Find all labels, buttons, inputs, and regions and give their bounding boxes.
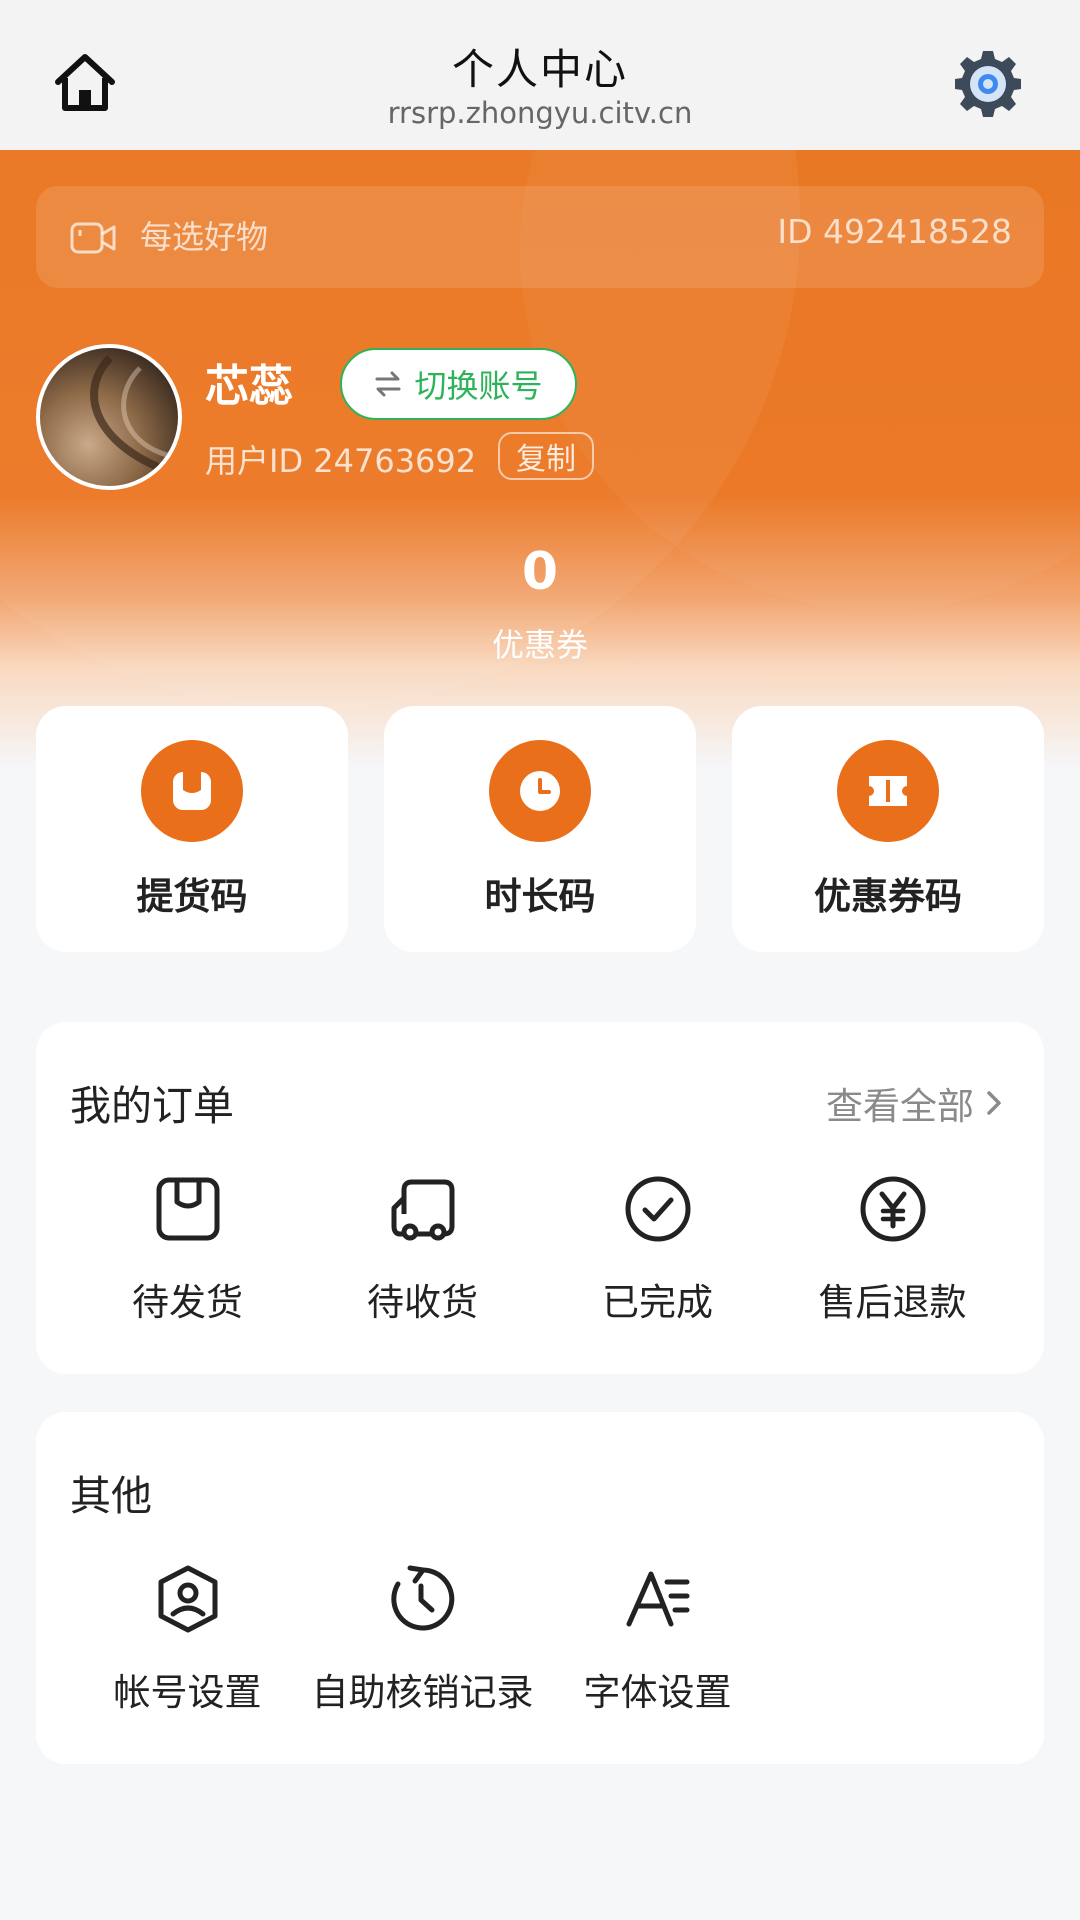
order-refund[interactable]: 售后退款 <box>775 1174 1010 1326</box>
quick-card-label: 优惠券码 <box>814 875 962 918</box>
font-icon <box>626 1571 689 1627</box>
other-item-label: 字体设置 <box>583 1671 732 1714</box>
others-title: 其他 <box>70 1472 152 1520</box>
view-all-label: 查看全部 <box>826 1085 974 1128</box>
order-status-label: 已完成 <box>602 1281 713 1324</box>
quick-card-coupon-code[interactable]: 优惠券码 <box>732 706 1044 952</box>
switch-account-button[interactable]: 切换账号 <box>340 348 577 420</box>
quick-card-label: 时长码 <box>484 875 596 918</box>
copy-button[interactable]: 复制 <box>498 432 594 480</box>
order-status-label: 售后退款 <box>818 1281 967 1324</box>
other-item-label: 自助核销记录 <box>311 1671 534 1714</box>
chevron-right-icon <box>987 1091 1001 1115</box>
quick-card-label: 提货码 <box>136 875 248 918</box>
store-bar[interactable]: 每选好物 ID 492418528 <box>36 186 1044 288</box>
order-completed[interactable]: 已完成 <box>540 1174 775 1326</box>
coupon-label[interactable]: 优惠券 <box>0 620 1080 666</box>
truck-icon <box>391 1179 454 1241</box>
box-icon <box>141 740 243 842</box>
user-id: 用户ID 24763692 <box>205 442 477 480</box>
video-icon <box>70 222 116 254</box>
switch-account-label: 切换账号 <box>414 367 543 405</box>
page-url: rrsrp.zhongyu.citv.cn <box>387 96 693 130</box>
store-id: ID 492418528 <box>777 212 1012 251</box>
history-icon <box>390 1565 454 1631</box>
orders-section: 我的订单 查看全部 待发货 待收货 已完成 售后退款 <box>36 1022 1044 1374</box>
gear-icon[interactable] <box>952 48 1024 120</box>
order-pending-receipt[interactable]: 待收货 <box>305 1174 540 1326</box>
username: 芯蕊 <box>205 361 293 412</box>
orders-title: 我的订单 <box>70 1082 234 1130</box>
check-circle-icon <box>625 1176 690 1242</box>
yuan-icon <box>860 1176 925 1242</box>
package-icon <box>156 1177 219 1241</box>
account-shield-icon <box>158 1565 217 1633</box>
clock-icon <box>489 740 591 842</box>
quick-card-duration-code[interactable]: 时长码 <box>384 706 696 952</box>
font-settings[interactable]: 字体设置 <box>540 1564 775 1716</box>
order-status-label: 待发货 <box>132 1281 243 1324</box>
view-all-link[interactable]: 查看全部 <box>826 1076 1004 1130</box>
swap-icon <box>375 371 401 397</box>
order-status-label: 待收货 <box>367 1281 478 1324</box>
account-settings[interactable]: 帐号设置 <box>70 1564 305 1716</box>
order-pending-shipment[interactable]: 待发货 <box>70 1174 305 1326</box>
other-item-label: 帐号设置 <box>113 1671 262 1714</box>
top-nav-bar: 个人中心 rrsrp.zhongyu.citv.cn <box>0 0 1080 150</box>
avatar[interactable] <box>36 344 182 490</box>
store-name: 每选好物 <box>140 218 269 256</box>
coupon-count[interactable]: 0 <box>0 542 1080 602</box>
self-verification-records[interactable]: 自助核销记录 <box>305 1564 540 1716</box>
page-title: 个人中心 <box>451 45 628 94</box>
quick-card-pickup-code[interactable]: 提货码 <box>36 706 348 952</box>
others-section: 其他 帐号设置 自助核销记录 字体设置 <box>36 1412 1044 1764</box>
ticket-icon <box>837 740 939 842</box>
